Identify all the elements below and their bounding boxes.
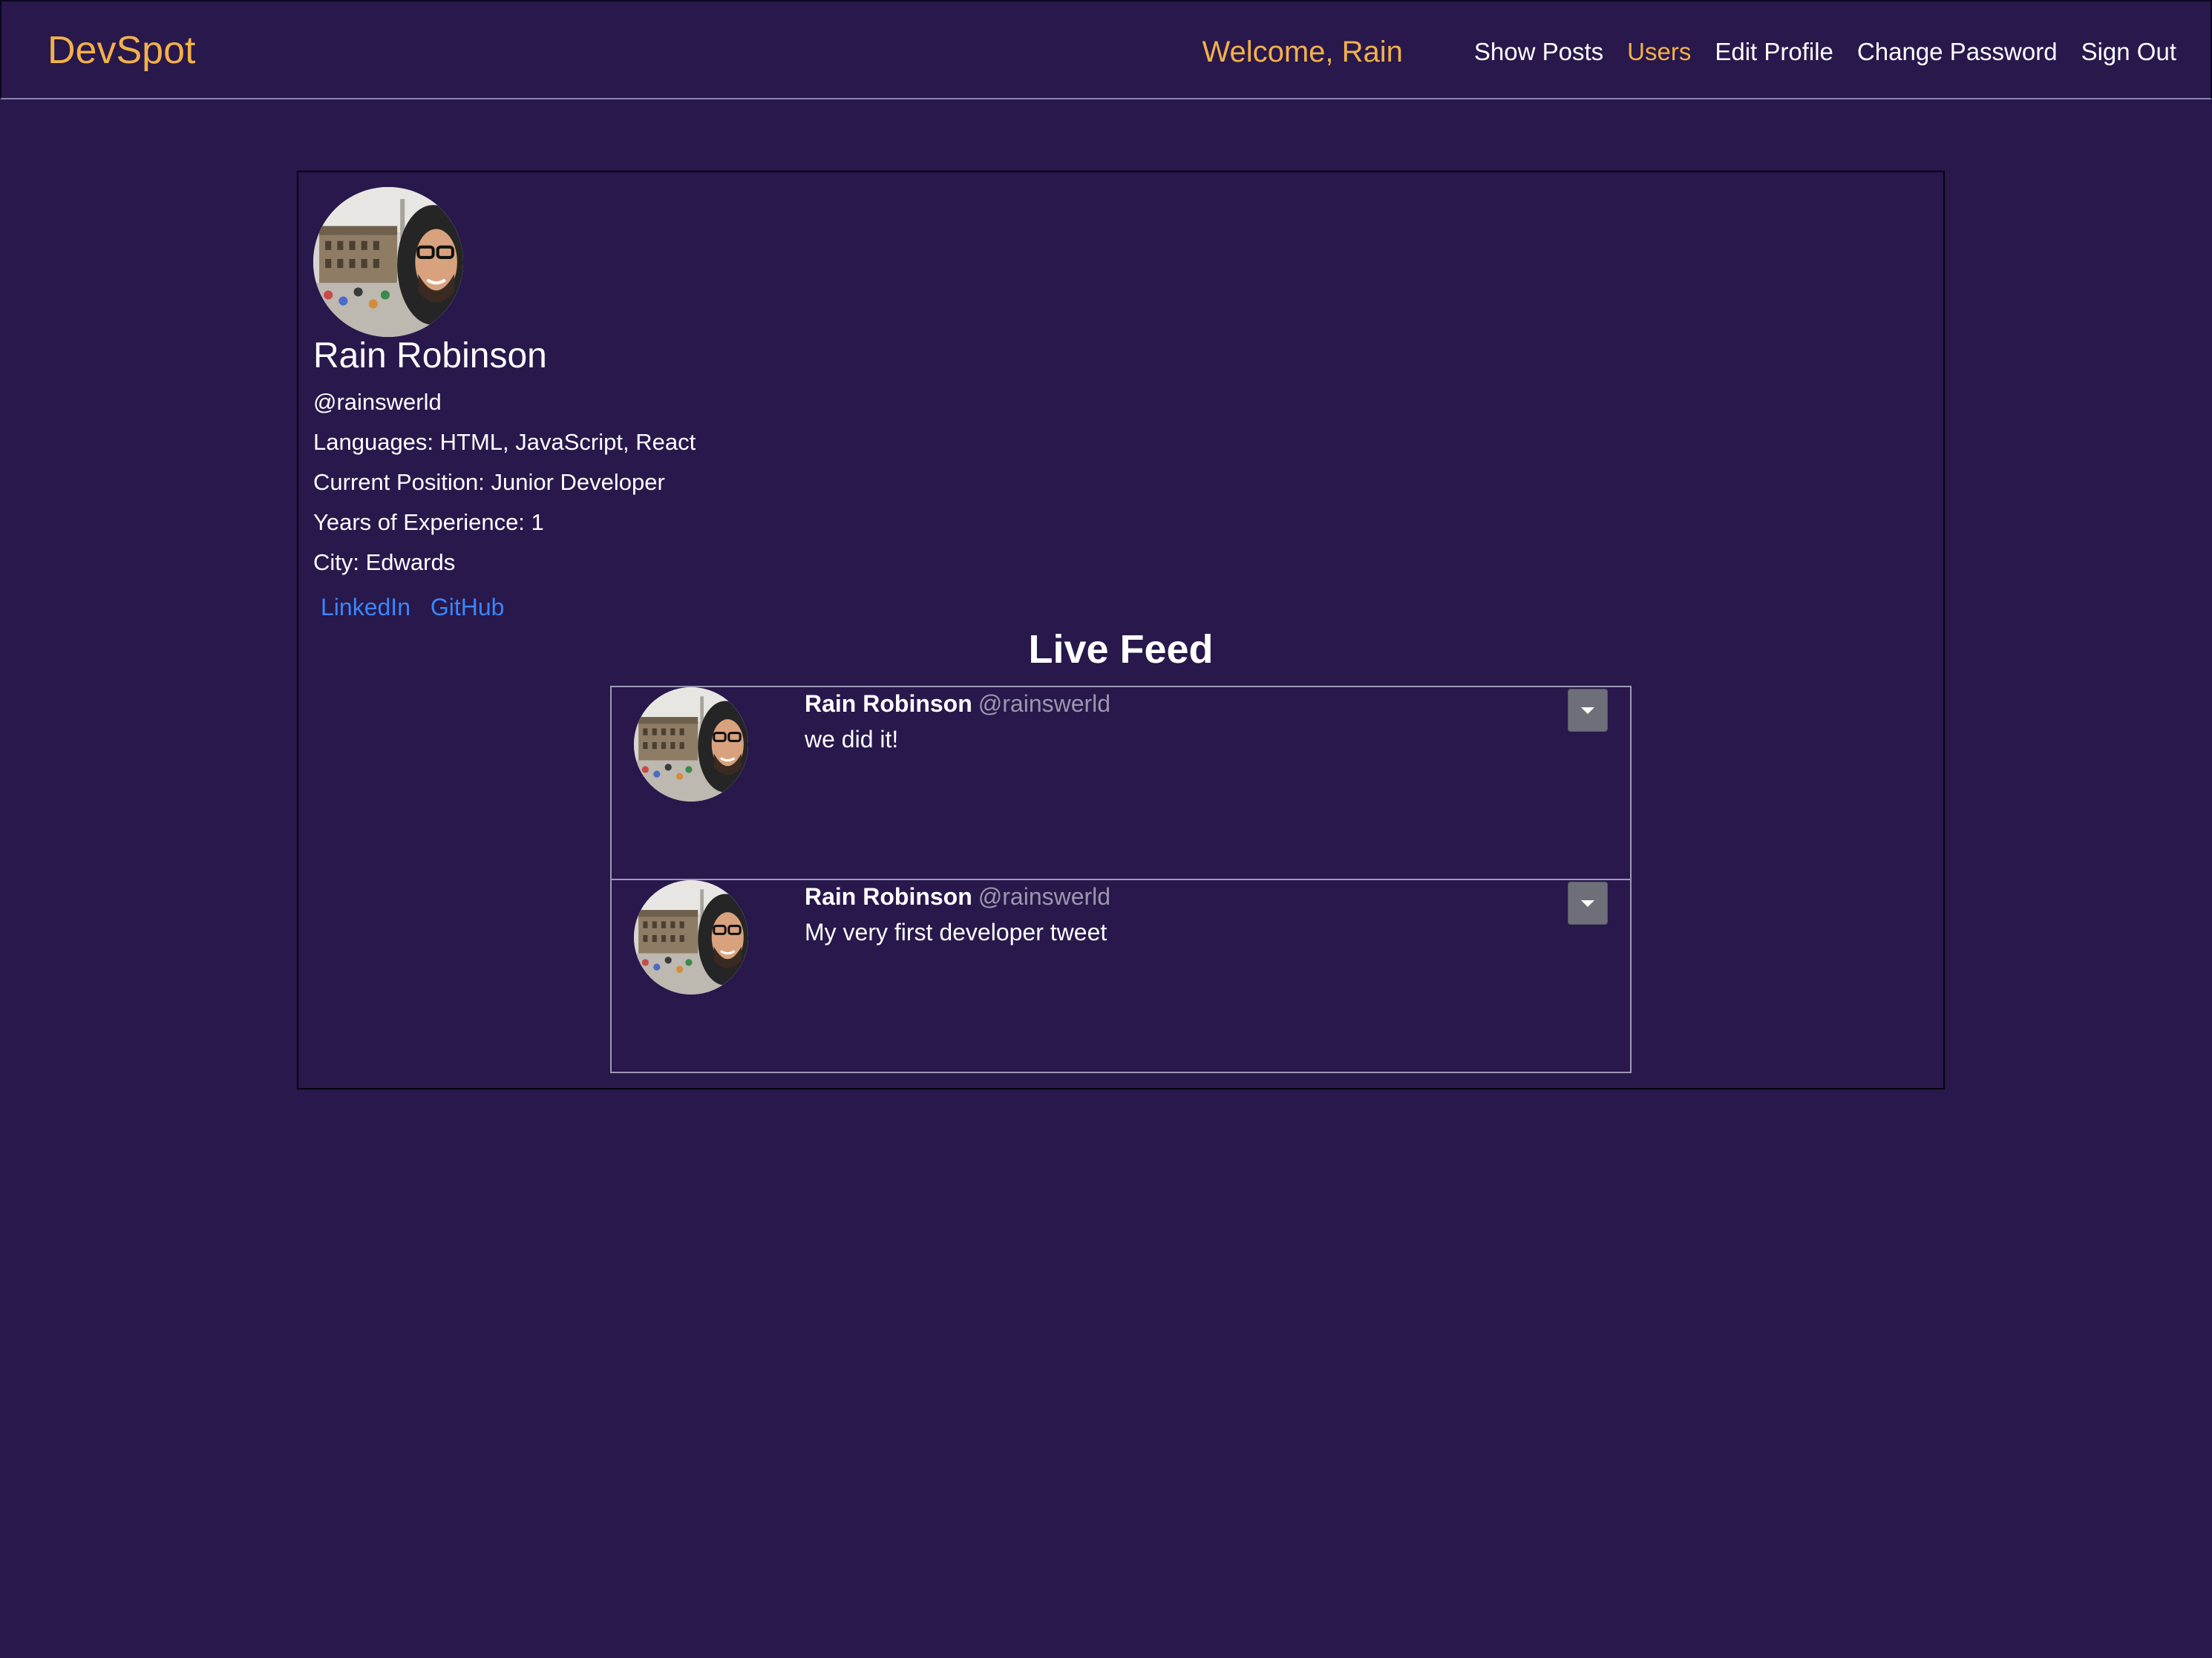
post-handle: @rainswerld [978, 690, 1111, 717]
live-feed-title: Live Feed [1028, 627, 1214, 672]
profile-photo-icon [634, 880, 748, 995]
nav-sign-out[interactable]: Sign Out [2081, 38, 2176, 66]
post-card: Rain Robinson @rainswerld we did it! [610, 686, 1632, 880]
post-avatar [634, 687, 748, 802]
post-header: Rain Robinson @rainswerld [805, 883, 1110, 911]
profile-links: LinkedIn GitHub [321, 594, 517, 621]
nav-links: Welcome, Rain Show Posts Users Edit Prof… [1202, 31, 2176, 73]
profile-photo-icon [634, 687, 748, 802]
post-options-button[interactable] [1568, 882, 1608, 925]
caret-down-icon [1581, 707, 1594, 714]
github-link[interactable]: GitHub [431, 594, 505, 620]
avatar [313, 187, 463, 337]
profile-position: Current Position: Junior Developer [313, 469, 665, 495]
nav-edit-profile[interactable]: Edit Profile [1715, 38, 1833, 66]
post-author[interactable]: Rain Robinson [805, 883, 972, 910]
post-card: Rain Robinson @rainswerld My very first d… [610, 879, 1632, 1073]
post-author[interactable]: Rain Robinson [805, 690, 972, 717]
nav-show-posts[interactable]: Show Posts [1474, 38, 1603, 66]
profile-languages: Languages: HTML, JavaScript, React [313, 429, 696, 455]
linkedin-link[interactable]: LinkedIn [321, 594, 410, 620]
post-body: My very first developer tweet [805, 919, 1107, 946]
caret-down-icon [1581, 900, 1594, 907]
profile-years: Years of Experience: 1 [313, 509, 544, 535]
top-navbar: DevSpot Welcome, Rain Show Posts Users E… [0, 0, 2212, 99]
post-options-button[interactable] [1568, 689, 1608, 732]
profile-photo-icon [313, 187, 463, 337]
profile-name: Rain Robinson [313, 336, 547, 376]
post-header: Rain Robinson @rainswerld [805, 690, 1110, 718]
nav-users[interactable]: Users [1627, 38, 1691, 66]
profile-city: City: Edwards [313, 549, 456, 575]
post-handle: @rainswerld [978, 883, 1111, 910]
welcome-text: Welcome, Rain [1202, 35, 1403, 68]
nav-change-password[interactable]: Change Password [1857, 38, 2058, 66]
post-avatar [634, 880, 748, 995]
profile-handle: @rainswerld [313, 389, 442, 415]
brand-logo[interactable]: DevSpot [48, 27, 195, 74]
profile-card: Rain Robinson @rainswerld Languages: HTM… [297, 171, 1945, 1090]
post-body: we did it! [805, 726, 899, 753]
